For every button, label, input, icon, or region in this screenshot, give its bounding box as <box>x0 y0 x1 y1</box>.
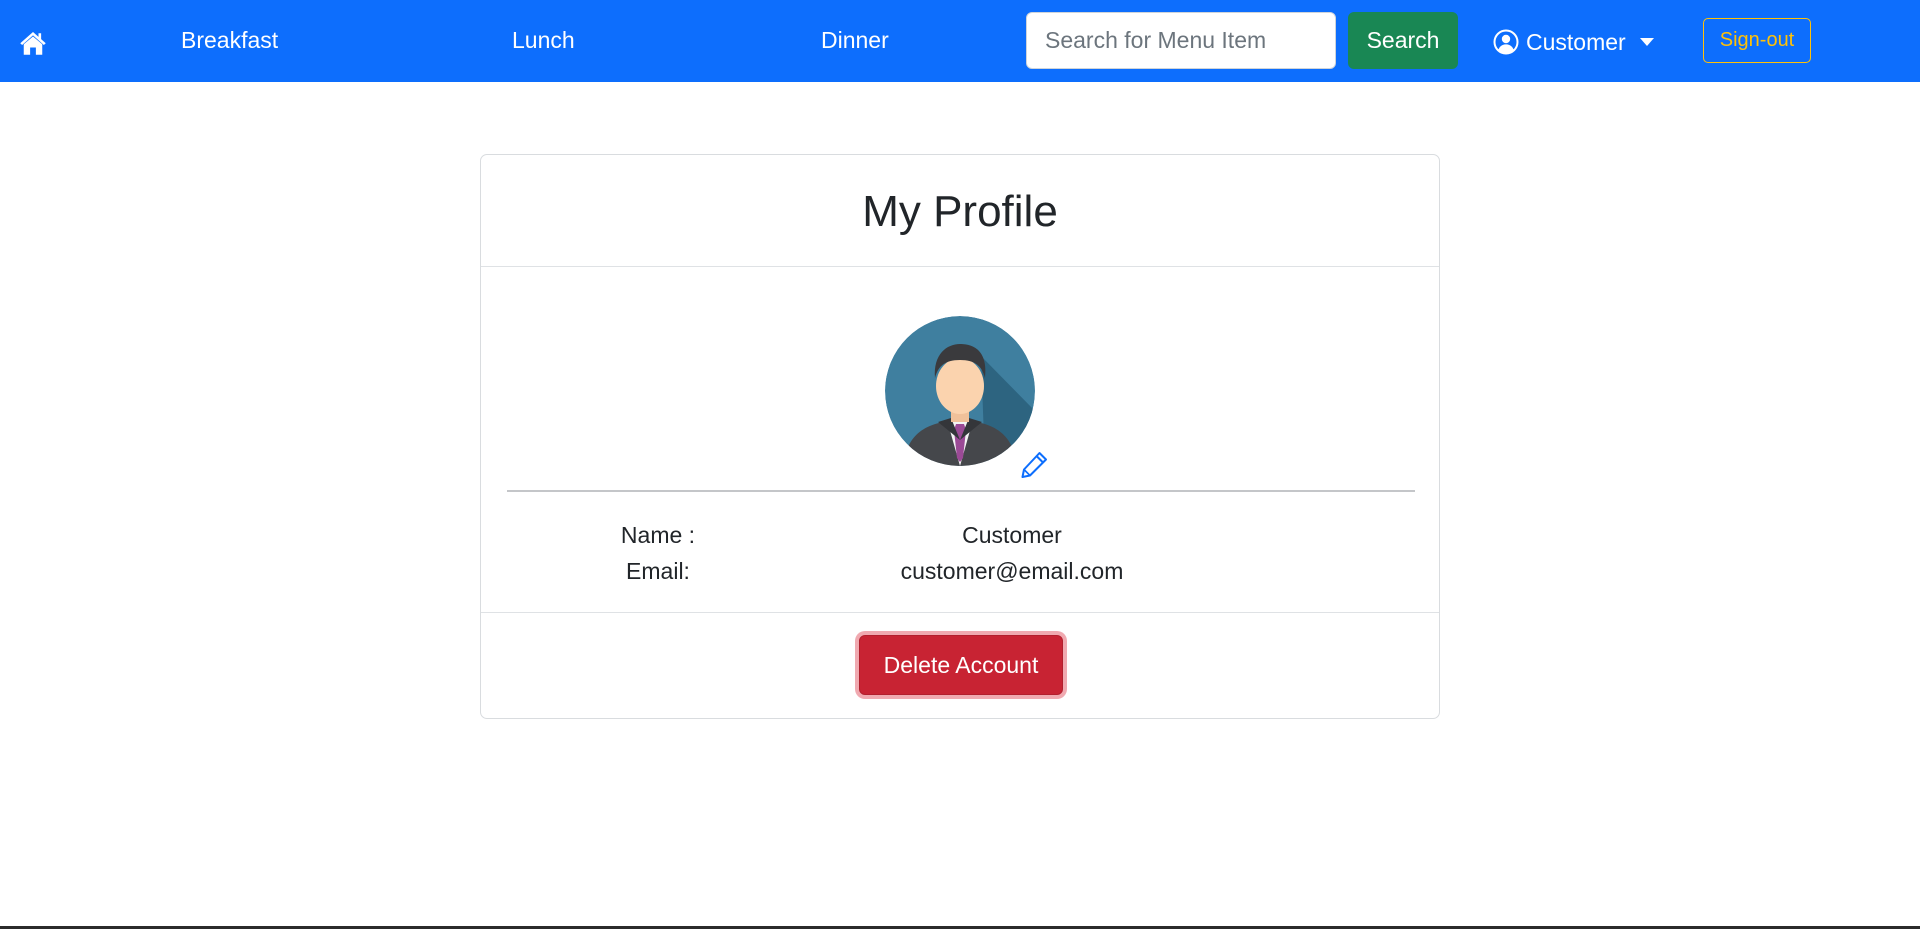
name-value: Customer <box>962 522 1062 548</box>
nav-link-lunch[interactable]: Lunch <box>512 27 575 54</box>
top-navbar: Breakfast Lunch Dinner Search Customer S… <box>0 0 1920 82</box>
pencil-icon <box>1021 452 1047 478</box>
card-footer: Delete Account <box>481 612 1439 720</box>
search-input[interactable] <box>1026 12 1336 69</box>
profile-card: My Profile Name: Customer Email: custom… <box>480 154 1440 719</box>
home-link[interactable] <box>18 28 48 58</box>
home-icon <box>20 32 46 55</box>
search-button[interactable]: Search <box>1348 12 1458 69</box>
user-circle-icon <box>1493 29 1519 55</box>
user-dropdown-label: Customer <box>1526 28 1626 55</box>
page-title: My Profile <box>862 186 1058 236</box>
card-header: My Profile <box>481 155 1439 267</box>
nav-link-dinner[interactable]: Dinner <box>821 27 889 54</box>
email-label: Email: <box>626 558 690 584</box>
nav-link-breakfast[interactable]: Breakfast <box>181 27 278 54</box>
chevron-down-icon <box>1639 38 1654 46</box>
delete-account-button[interactable]: Delete Account <box>859 635 1063 695</box>
user-dropdown[interactable]: Customer <box>1493 26 1654 58</box>
avatar-divider <box>507 490 1415 492</box>
avatar <box>885 316 1035 466</box>
edit-avatar-button[interactable] <box>1017 448 1051 482</box>
name-label: Name : <box>620 522 696 548</box>
email-value: customer@email.com <box>900 558 1124 584</box>
signout-button[interactable]: Sign-out <box>1703 18 1811 63</box>
